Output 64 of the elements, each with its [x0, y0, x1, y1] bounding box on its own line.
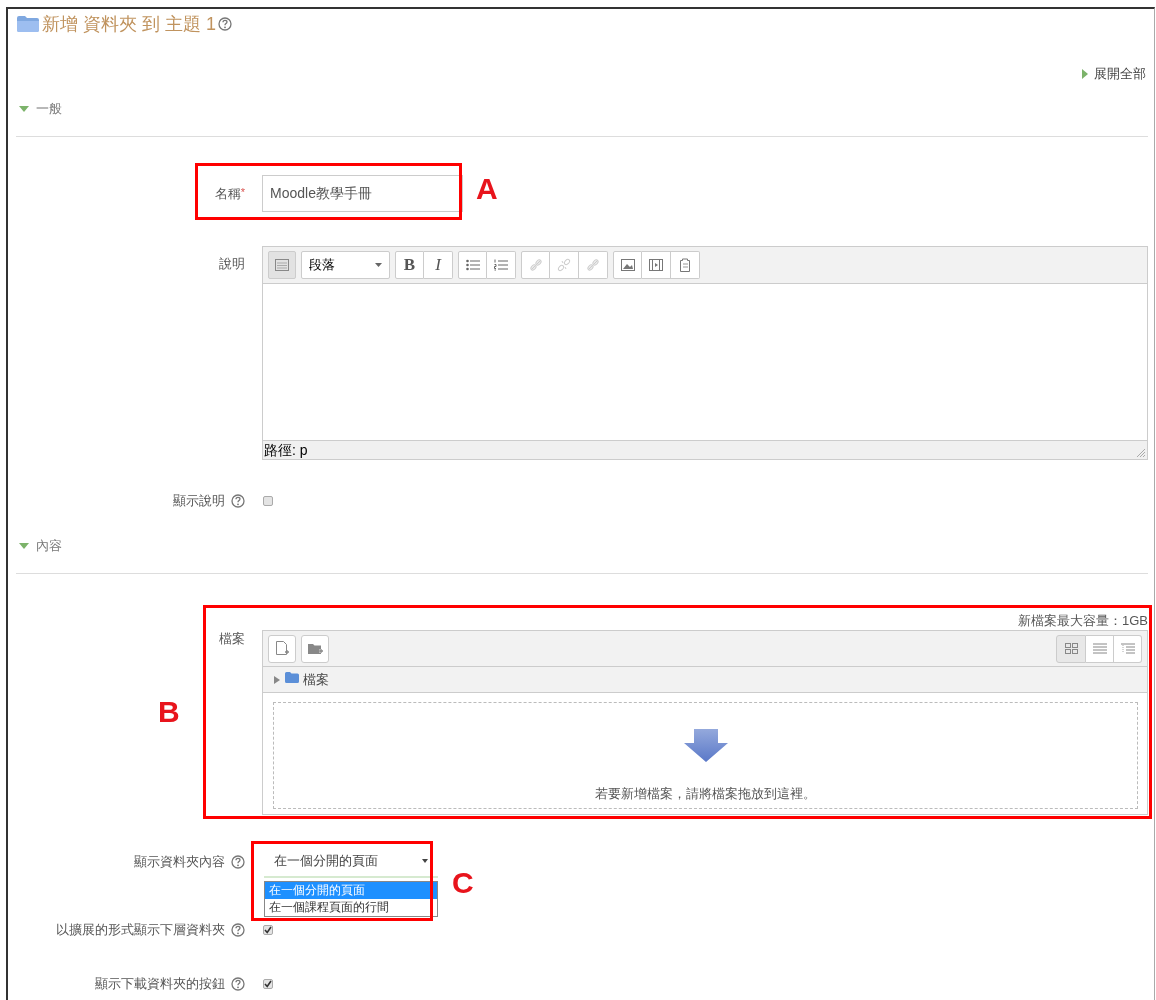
checkbox[interactable]: [263, 925, 273, 935]
icon-view-button[interactable]: [1056, 634, 1086, 663]
max-file-size-text: 新檔案最大容量：1GB: [1018, 612, 1148, 631]
checkbox[interactable]: [263, 979, 273, 989]
caret-icon: [422, 858, 428, 863]
bullet-list-button[interactable]: [458, 251, 487, 279]
create-folder-icon: [307, 642, 323, 655]
expand-triangle-icon: [274, 675, 280, 684]
manage-files-icon: [679, 258, 691, 272]
icon-view-icon: [1064, 643, 1078, 654]
add-file-icon: [275, 641, 289, 656]
annotation-letter: C: [452, 868, 474, 898]
tree-view-button[interactable]: [1114, 634, 1142, 663]
file-drop-zone[interactable]: 若要新增檔案，請將檔案拖放到這裡。: [273, 702, 1138, 809]
media-icon: [649, 259, 663, 271]
field-label: 檔案: [219, 630, 245, 649]
manage-files-button[interactable]: [671, 251, 700, 279]
folder-path-link[interactable]: 檔案: [285, 669, 329, 690]
field-label: 名稱*: [214, 184, 245, 203]
caret-icon: [375, 263, 382, 267]
annotation-letter: B: [158, 697, 180, 727]
numbered-list-icon: [494, 259, 508, 271]
checkmark-icon: [264, 926, 272, 934]
anchor-button[interactable]: [579, 251, 608, 279]
folder-icon: [285, 672, 299, 683]
link-icon: [528, 258, 543, 272]
media-button[interactable]: [642, 251, 671, 279]
create-folder-button[interactable]: [301, 634, 329, 663]
toolbar-toggle-icon: [275, 259, 289, 271]
folder-icon: [16, 15, 40, 33]
page-title: 新增 資料夾 到 主題 1: [42, 12, 216, 36]
bold-button[interactable]: B: [395, 251, 424, 279]
drop-hint-text: 若要新增檔案，請將檔案拖放到這裡。: [595, 785, 816, 803]
add-file-button[interactable]: [268, 634, 296, 663]
expand-all-link[interactable]: 展開全部: [1081, 66, 1146, 82]
image-button[interactable]: [613, 251, 642, 279]
section-toggle[interactable]: 內容: [16, 536, 62, 556]
unlink-icon: [557, 258, 571, 272]
annotation-letter: A: [476, 174, 498, 204]
down-arrow-icon: [682, 729, 729, 763]
link-button[interactable]: [521, 251, 550, 279]
bullet-list-icon: [465, 259, 480, 271]
field-label: 顯示下載資料夾的按鈕: [95, 975, 225, 994]
name-input-field[interactable]: Moodle教學手冊: [262, 175, 463, 212]
tree-view-icon: [1120, 643, 1135, 654]
list-view-button[interactable]: [1086, 634, 1114, 663]
format-dropdown[interactable]: 段落: [301, 251, 390, 279]
expand-triangle-icon: [1081, 69, 1089, 79]
checkbox[interactable]: [263, 496, 273, 506]
section-toggle[interactable]: 一般: [16, 99, 62, 119]
list-view-icon: [1092, 643, 1107, 654]
field-label: 以擴展的形式顯示下層資料夾: [56, 921, 225, 940]
anchor-icon: [586, 258, 600, 272]
resize-handle-icon: [1136, 448, 1146, 458]
field-label: 說明: [219, 255, 245, 274]
numbered-list-button[interactable]: [487, 251, 516, 279]
field-label: 顯示資料夾內容: [134, 852, 225, 871]
field-label: 顯示說明: [173, 492, 225, 511]
italic-button[interactable]: I: [424, 251, 453, 279]
checkmark-icon: [264, 980, 272, 988]
image-icon: [620, 259, 635, 271]
unlink-button[interactable]: [550, 251, 579, 279]
editor-path: 路徑: p: [264, 443, 308, 457]
toolbar-toggle-button[interactable]: [268, 251, 296, 279]
